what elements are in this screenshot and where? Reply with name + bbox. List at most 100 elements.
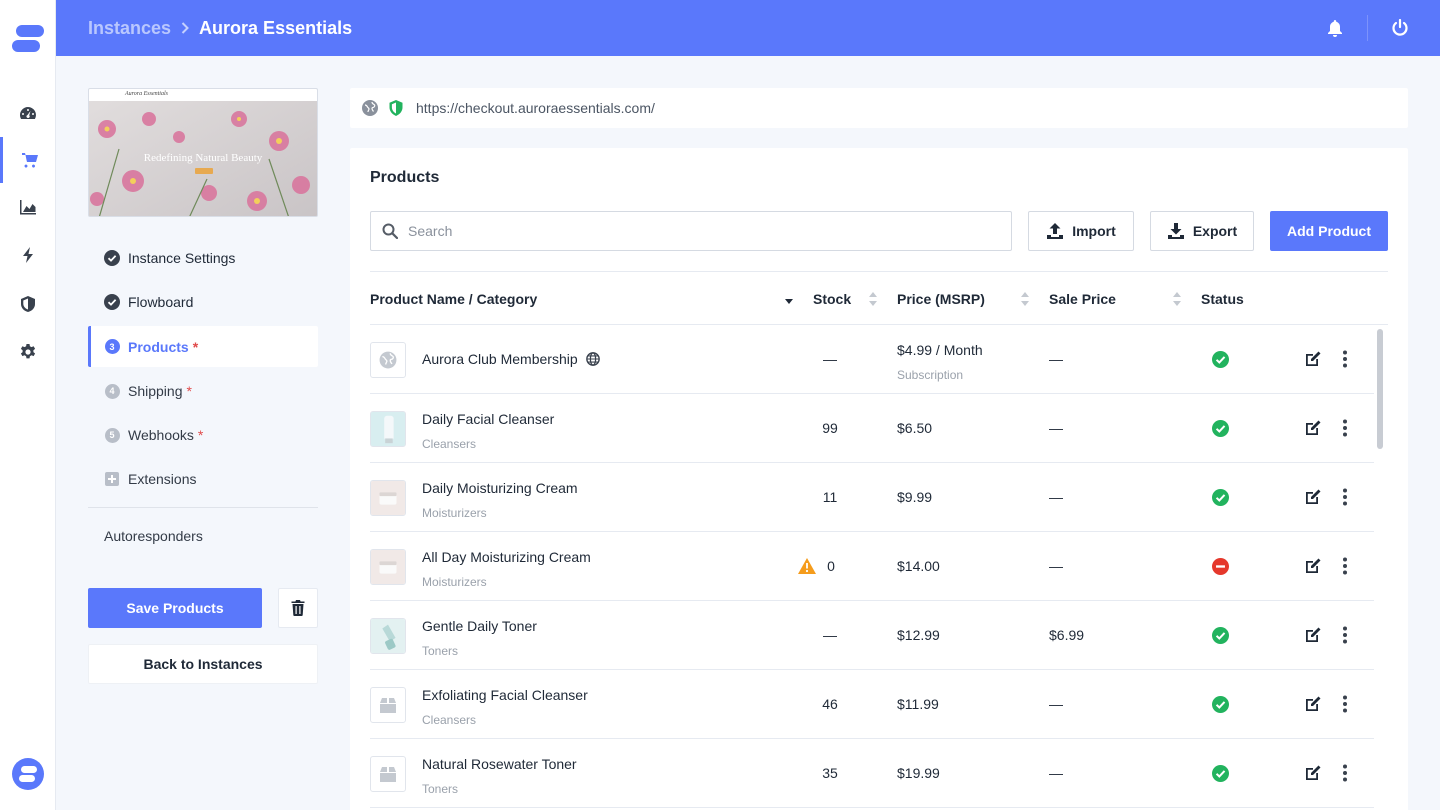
export-label: Export bbox=[1192, 223, 1238, 239]
more-vertical-icon[interactable] bbox=[1336, 487, 1354, 507]
more-vertical-icon[interactable] bbox=[1336, 625, 1354, 645]
store-preview[interactable]: Aurora Essentials Redefining Natural Bea… bbox=[88, 88, 318, 217]
bottle-image bbox=[371, 619, 405, 653]
step-flowboard[interactable]: Flowboard bbox=[88, 280, 318, 324]
rail-store[interactable] bbox=[0, 137, 56, 183]
step-label: Products bbox=[128, 338, 189, 355]
status-active-icon bbox=[1212, 351, 1229, 368]
edit-icon[interactable] bbox=[1304, 557, 1322, 575]
col-status[interactable]: Status bbox=[1201, 272, 1244, 325]
col-sale-price[interactable]: Sale Price bbox=[1049, 272, 1116, 325]
edit-icon[interactable] bbox=[1304, 488, 1322, 506]
more-vertical-icon[interactable] bbox=[1336, 694, 1354, 714]
product-name[interactable]: Aurora Club Membership bbox=[422, 351, 600, 367]
table-row[interactable]: Exfoliating Facial Cleanser Cleansers 46… bbox=[370, 670, 1374, 739]
product-name[interactable]: Gentle Daily Toner bbox=[422, 618, 537, 634]
product-thumbnail bbox=[370, 411, 406, 447]
jar-image bbox=[371, 481, 405, 515]
more-vertical-icon[interactable] bbox=[1336, 763, 1354, 783]
product-name[interactable]: All Day Moisturizing Cream bbox=[422, 549, 591, 565]
sort-icon[interactable] bbox=[1020, 291, 1030, 307]
product-sale-price: — bbox=[1049, 696, 1063, 712]
search-input[interactable] bbox=[408, 223, 988, 239]
notifications-button[interactable] bbox=[1324, 17, 1346, 39]
product-name[interactable]: Daily Moisturizing Cream bbox=[422, 480, 578, 496]
rail-security[interactable] bbox=[0, 281, 56, 327]
jar-image bbox=[371, 550, 405, 584]
step-products[interactable]: 3 Products * bbox=[88, 326, 318, 367]
power-icon bbox=[1392, 19, 1408, 36]
bell-icon bbox=[1328, 20, 1342, 37]
product-name[interactable]: Natural Rosewater Toner bbox=[422, 756, 577, 772]
step-extensions[interactable]: Extensions bbox=[88, 457, 318, 501]
required-marker: * bbox=[192, 338, 199, 355]
product-name[interactable]: Daily Facial Cleanser bbox=[422, 411, 554, 427]
scrollbar-thumb[interactable] bbox=[1377, 329, 1383, 449]
col-product-name[interactable]: Product Name / Category bbox=[370, 272, 537, 325]
back-to-instances-button[interactable]: Back to Instances bbox=[88, 644, 318, 684]
logout-button[interactable] bbox=[1389, 17, 1411, 39]
product-stock: 0 bbox=[827, 558, 835, 574]
required-marker: * bbox=[186, 383, 192, 399]
table-row[interactable]: Natural Rosewater Toner Toners 35 $19.99… bbox=[370, 739, 1374, 808]
step-shipping[interactable]: 4 Shipping * bbox=[88, 369, 318, 413]
product-price: $4.99 / Month bbox=[897, 342, 983, 358]
export-button[interactable]: Export bbox=[1150, 211, 1254, 251]
rail-settings[interactable] bbox=[0, 329, 56, 375]
import-label: Import bbox=[1072, 223, 1116, 239]
status-active-icon bbox=[1212, 765, 1229, 782]
edit-icon[interactable] bbox=[1304, 419, 1322, 437]
preview-cta bbox=[195, 168, 213, 174]
edit-icon[interactable] bbox=[1304, 350, 1322, 368]
edit-icon[interactable] bbox=[1304, 695, 1322, 713]
rail-analytics[interactable] bbox=[0, 184, 56, 230]
sort-icon[interactable] bbox=[1172, 291, 1182, 307]
save-products-button[interactable]: Save Products bbox=[88, 588, 262, 628]
table-row[interactable]: All Day Moisturizing Cream Moisturizers … bbox=[370, 532, 1374, 601]
sort-icon[interactable] bbox=[868, 291, 878, 307]
product-price: $19.99 bbox=[897, 765, 940, 781]
rail-dashboard[interactable] bbox=[0, 90, 56, 136]
area-chart-icon bbox=[20, 200, 36, 215]
edit-icon[interactable] bbox=[1304, 764, 1322, 782]
sidebar-divider bbox=[88, 507, 318, 508]
product-category: Toners bbox=[422, 644, 459, 658]
table-row[interactable]: Gentle Daily Toner Toners — $12.99 $6.99 bbox=[370, 601, 1374, 670]
rail-automations[interactable] bbox=[0, 232, 56, 278]
autoresponders-link[interactable]: Autoresponders bbox=[88, 516, 318, 556]
product-sale-price: — bbox=[1049, 765, 1063, 781]
table-row[interactable]: Aurora Club Membership — $4.99 / Month S… bbox=[370, 325, 1374, 394]
table-row[interactable]: Daily Facial Cleanser Cleansers 99 $6.50… bbox=[370, 394, 1374, 463]
product-category: Cleansers bbox=[422, 437, 477, 451]
import-button[interactable]: Import bbox=[1028, 211, 1134, 251]
step-number: 3 bbox=[104, 339, 120, 355]
more-vertical-icon[interactable] bbox=[1336, 418, 1354, 438]
user-avatar[interactable] bbox=[12, 758, 44, 790]
status-active-icon bbox=[1212, 696, 1229, 713]
product-name[interactable]: Exfoliating Facial Cleanser bbox=[422, 687, 588, 703]
search-box[interactable] bbox=[370, 211, 1012, 251]
breadcrumb-instances[interactable]: Instances bbox=[88, 18, 171, 39]
status-active-icon bbox=[1212, 627, 1229, 644]
product-sale-price: $6.99 bbox=[1049, 627, 1085, 643]
edit-icon[interactable] bbox=[1304, 626, 1322, 644]
col-price[interactable]: Price (MSRP) bbox=[897, 272, 985, 325]
delete-instance-button[interactable] bbox=[278, 588, 318, 628]
plus-square-icon bbox=[104, 471, 120, 487]
step-webhooks[interactable]: 5 Webhooks * bbox=[88, 413, 318, 457]
step-instance-settings[interactable]: Instance Settings bbox=[88, 236, 318, 280]
product-sale-price: — bbox=[1049, 489, 1063, 505]
sort-desc-icon[interactable] bbox=[784, 291, 794, 307]
product-stock: 11 bbox=[822, 489, 838, 505]
col-stock[interactable]: Stock bbox=[813, 272, 851, 325]
table-row[interactable]: Daily Moisturizing Cream Moisturizers 11… bbox=[370, 463, 1374, 532]
step-label: Webhooks bbox=[128, 427, 194, 443]
app-logo-icon[interactable] bbox=[12, 24, 44, 54]
url-text[interactable]: https://checkout.auroraessentials.com/ bbox=[416, 100, 655, 116]
cart-icon bbox=[21, 153, 38, 168]
add-product-button[interactable]: Add Product bbox=[1270, 211, 1388, 251]
required-marker: * bbox=[197, 427, 204, 443]
product-stock: — bbox=[823, 351, 837, 367]
more-vertical-icon[interactable] bbox=[1336, 556, 1354, 576]
more-vertical-icon[interactable] bbox=[1336, 349, 1354, 369]
